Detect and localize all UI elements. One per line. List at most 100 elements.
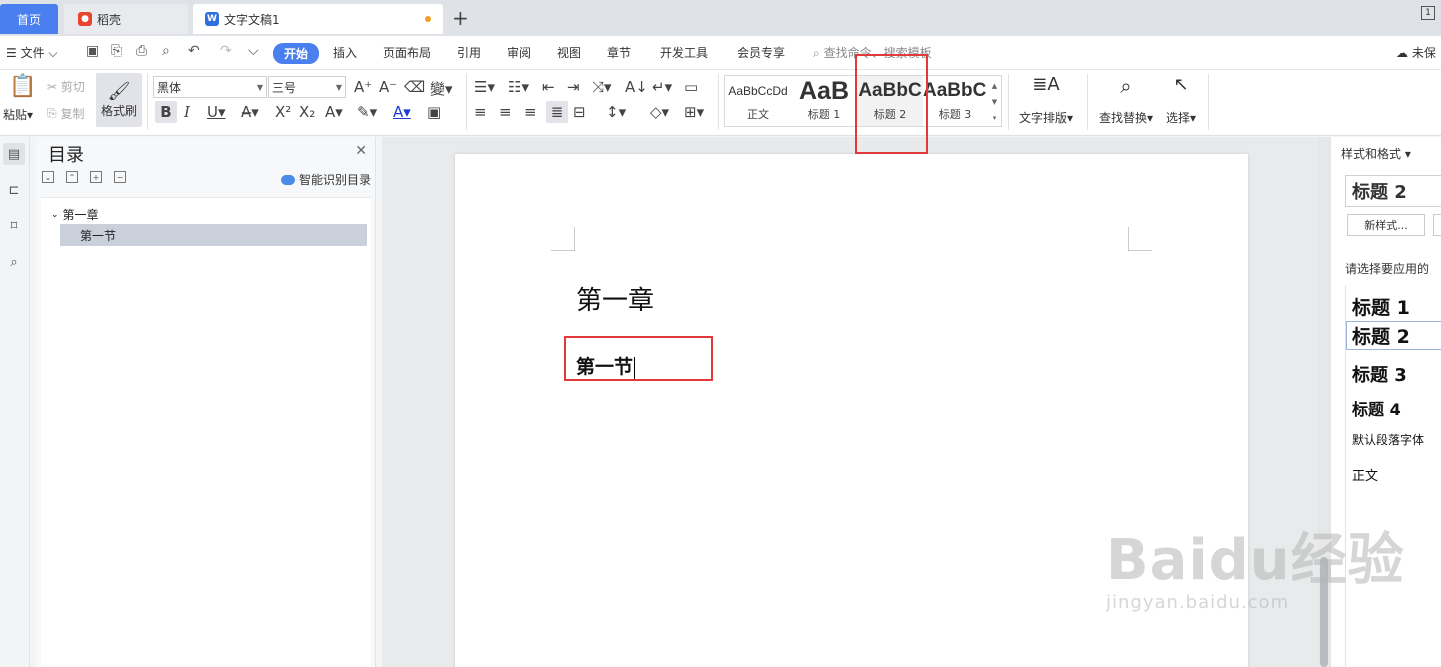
print-icon[interactable]: ⎙ — [136, 43, 147, 59]
paste-label: 粘贴 — [3, 108, 28, 122]
style-list-heading1[interactable]: 标题 1 — [1352, 293, 1410, 320]
chapter-icon[interactable]: ⊏ — [3, 179, 25, 201]
increase-indent-icon[interactable]: ⇥ — [567, 78, 580, 96]
add-icon[interactable]: + — [90, 171, 102, 183]
text-effect-icon[interactable]: A▾ — [325, 103, 343, 121]
style-list-normal[interactable]: 正文 — [1352, 465, 1378, 484]
redo-icon[interactable]: ↷ — [220, 43, 232, 59]
toc-list: ⌄ 第一章 第一节 — [41, 197, 371, 667]
tab-start[interactable]: 开始 — [273, 43, 320, 64]
tab-review[interactable]: 审阅 — [507, 44, 531, 61]
clipboard-icon[interactable]: 📋 — [9, 74, 36, 99]
style-list-default-font[interactable]: 默认段落字体 — [1352, 431, 1424, 448]
tab-daoke[interactable]: ● 稻壳 — [64, 4, 188, 34]
numbered-list-icon[interactable]: ☷▾ — [508, 78, 529, 96]
window-count[interactable]: 1 — [1421, 6, 1435, 20]
copy-button[interactable]: ⎘ 复制 — [47, 105, 84, 122]
subscript-icon[interactable]: X₂ — [299, 103, 315, 121]
save-icon[interactable]: ▣ — [86, 43, 99, 59]
toc-item-chapter[interactable]: ⌄ 第一章 — [51, 206, 99, 223]
style-heading1-preview: AaB — [798, 76, 849, 105]
output-icon[interactable]: ⎘ — [111, 43, 122, 59]
file-menu[interactable]: ☰ 文件 ⌵ — [6, 44, 58, 61]
bold-icon[interactable]: B — [155, 101, 177, 123]
cloud-status[interactable]: ☁ 未保 — [1396, 44, 1436, 61]
paste-button[interactable]: 粘贴 ▾ — [3, 106, 33, 123]
document-heading-1[interactable]: 第一章 — [576, 280, 654, 317]
collapse-icon[interactable]: ⌄ — [42, 171, 54, 183]
close-icon[interactable]: ✕ — [355, 143, 367, 159]
ai-icon — [280, 174, 295, 185]
style-normal-preview: AaBbCcDd — [728, 84, 788, 98]
ai-toc-button[interactable]: 智能识别目录 — [280, 171, 371, 188]
borders-icon[interactable]: ⊞▾ — [684, 103, 704, 121]
expand-icon[interactable]: ⌃ — [66, 171, 78, 183]
toc-item-section[interactable]: 第一节 — [60, 224, 367, 246]
find-replace-button[interactable]: ⌕ 查找替换▾ — [1096, 74, 1156, 126]
style-normal[interactable]: AaBbCcDd 正文 — [725, 76, 791, 126]
font-name-select[interactable]: 黑体 ▼ — [153, 76, 267, 98]
underline-icon[interactable]: U▾ — [207, 103, 226, 121]
paragraph-mark-icon[interactable]: ↵▾ — [652, 78, 672, 96]
current-style[interactable]: 标题 2 — [1345, 175, 1441, 207]
clear-format-icon[interactable]: ⌫ — [404, 78, 425, 96]
new-tab-icon[interactable]: + — [452, 6, 469, 30]
tab-insert[interactable]: 插入 — [333, 44, 357, 61]
chinese-layout-icon[interactable]: ⤨▾ — [592, 78, 612, 96]
find-replace-label: 查找替换 — [1098, 111, 1147, 125]
align-left-icon[interactable]: ≡ — [474, 103, 487, 121]
watermark: Baidu经验 jingyan.baidu.com — [1106, 515, 1405, 613]
style-scroll[interactable]: ▲ ▼ ▾ — [988, 78, 1001, 126]
line-spacing-icon[interactable]: ↕▾ — [606, 103, 626, 121]
shading-icon[interactable]: ◇▾ — [650, 103, 669, 121]
bullet-list-icon[interactable]: ☰▾ — [474, 78, 495, 96]
ruler-icon[interactable]: ▭ — [684, 78, 698, 96]
preview-icon[interactable]: ⌕ — [162, 43, 170, 59]
font-size-select[interactable]: 三号 ▼ — [268, 76, 346, 98]
style-heading1[interactable]: AaB 标题 1 — [791, 76, 857, 126]
distributed-icon[interactable]: ⊟ — [573, 103, 586, 121]
format-painter-button[interactable]: 🖌 格式刷 — [96, 73, 142, 127]
style-pane-title[interactable]: 样式和格式 ▾ — [1341, 145, 1411, 162]
style-pane-title-label: 样式和格式 — [1341, 147, 1402, 161]
justify-icon[interactable]: ≣ — [546, 101, 568, 123]
bookmark-icon[interactable]: ⌑ — [3, 215, 25, 237]
clear-style-button[interactable] — [1433, 214, 1441, 236]
phonetic-icon[interactable]: 變▾ — [430, 78, 453, 99]
tab-developer[interactable]: 开发工具 — [660, 44, 708, 61]
cut-button[interactable]: ✂ 剪切 — [47, 78, 85, 95]
tab-member[interactable]: 会员专享 — [737, 44, 785, 61]
style-list-heading4[interactable]: 标题 4 — [1352, 396, 1401, 420]
tab-view[interactable]: 视图 — [557, 44, 581, 61]
more-icon[interactable]: ⌵ — [248, 43, 259, 59]
align-right-icon[interactable]: ≡ — [524, 103, 537, 121]
new-style-button[interactable]: 新样式... — [1347, 214, 1425, 236]
align-center-icon[interactable]: ≡ — [499, 103, 512, 121]
style-list-heading3[interactable]: 标题 3 — [1352, 361, 1407, 387]
toc-icon[interactable]: ▤ — [3, 143, 25, 165]
tab-home[interactable]: 首页 — [0, 4, 58, 34]
search-icon[interactable]: ⌕ — [3, 251, 25, 273]
tab-page-layout[interactable]: 页面布局 — [383, 44, 431, 61]
undo-icon[interactable]: ↶ — [188, 43, 200, 59]
chevron-up-icon: ▲ — [991, 82, 998, 90]
style-list-heading2[interactable]: 标题 2 — [1346, 321, 1441, 350]
grow-font-icon[interactable]: A⁺ — [354, 78, 372, 96]
font-color-icon[interactable]: A▾ — [393, 103, 411, 121]
tab-chapter[interactable]: 章节 — [607, 44, 631, 61]
superscript-icon[interactable]: X² — [275, 103, 291, 121]
select-button[interactable]: ↖ 选择▾ — [1163, 74, 1199, 126]
highlight-icon[interactable]: ✎▾ — [357, 103, 377, 121]
sort-icon[interactable]: A↓ — [625, 78, 648, 96]
strikethrough-icon[interactable]: A̶▾ — [241, 103, 259, 121]
char-border-icon[interactable]: ▣ — [427, 103, 441, 121]
remove-icon[interactable]: − — [114, 171, 126, 183]
tab-references[interactable]: 引用 — [457, 44, 481, 61]
decrease-indent-icon[interactable]: ⇤ — [542, 78, 555, 96]
shrink-font-icon[interactable]: A⁻ — [379, 78, 397, 96]
search-icon: ⌕ — [813, 46, 820, 60]
style-heading3[interactable]: AaBbC 标题 3 — [923, 76, 987, 126]
tab-document[interactable]: W 文字文稿1 — [193, 4, 443, 34]
text-layout-button[interactable]: ≣A 文字排版▾ — [1017, 74, 1075, 126]
italic-icon[interactable]: I — [184, 103, 190, 121]
